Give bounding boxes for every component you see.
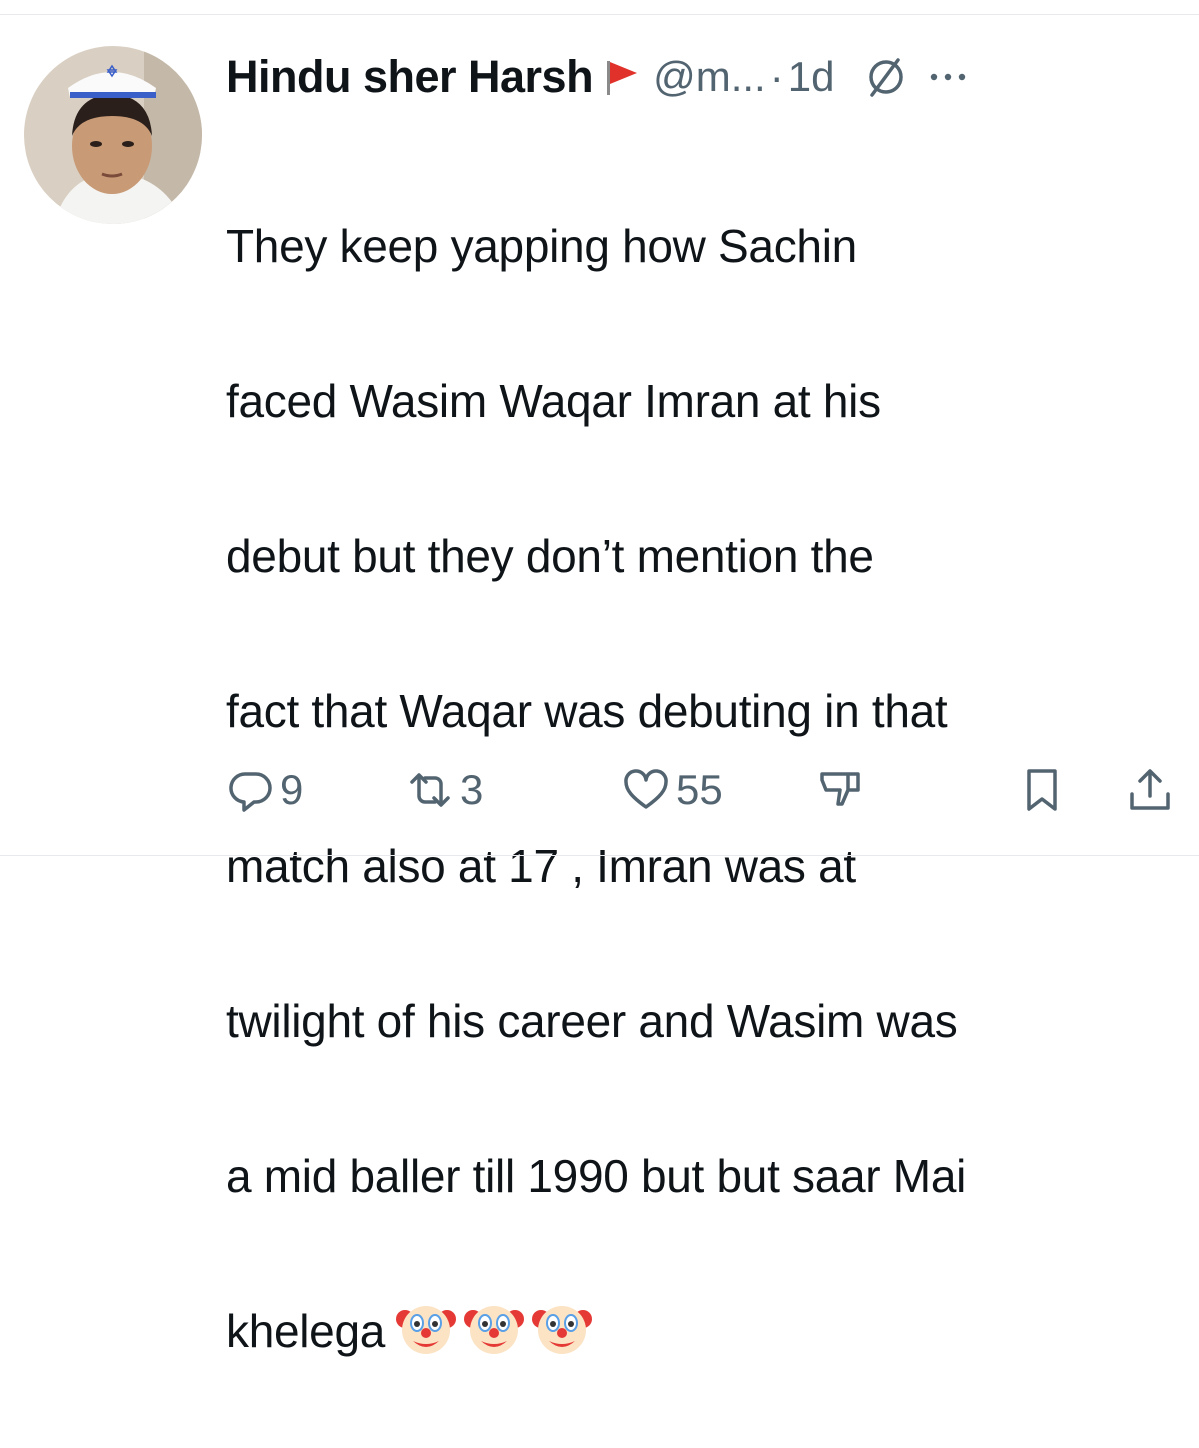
repost-button[interactable]: 3 [406, 760, 483, 820]
emoji-group [395, 1297, 593, 1359]
meta-separator: · [769, 53, 784, 100]
tweet-text-last-line: khelega [226, 1293, 1186, 1371]
clown-face-emoji [396, 1305, 457, 1354]
timestamp[interactable]: 1d [788, 53, 835, 100]
heart-icon [624, 769, 668, 809]
tweet-text-line: faced Wasim Waqar Imran at his [226, 374, 881, 427]
share-icon [1130, 769, 1170, 810]
reply-icon [229, 772, 272, 812]
tweet-meta: @m...·1d [653, 53, 834, 101]
blocked-icon [869, 58, 904, 97]
top-divider [0, 14, 1199, 15]
bookmark-button[interactable] [1018, 760, 1066, 820]
handle[interactable]: @m... [653, 53, 766, 100]
tweet-text-line: twilight of his career and Wasim was [226, 994, 958, 1047]
clown-face-emoji [464, 1305, 525, 1354]
tweet-text-line: match also at 17 , Imran was at [226, 839, 856, 892]
reply-count: 9 [280, 766, 304, 813]
dislike-button[interactable] [818, 760, 866, 820]
red-flag-icon [607, 61, 638, 95]
reply-button[interactable]: 9 [226, 760, 303, 820]
display-name[interactable]: Hindu sher Harsh [226, 51, 594, 103]
tweet-text-line: a mid baller till 1990 but but saar Mai [226, 1149, 967, 1202]
action-bar: 9 3 55 [226, 760, 1176, 820]
clown-face-emoji [532, 1305, 593, 1354]
repost-icon [410, 773, 450, 807]
more-options-icon[interactable] [926, 67, 970, 87]
like-count: 55 [676, 766, 723, 813]
bookmark-icon [1027, 769, 1057, 811]
repost-count: 3 [460, 766, 484, 813]
avatar[interactable] [24, 46, 202, 224]
bottom-divider [0, 855, 1199, 856]
tweet-text-line: They keep yapping how Sachin [226, 219, 857, 272]
thumbs-down-icon [820, 772, 860, 806]
tweet-text-line: fact that Waqar was debuting in that [226, 684, 948, 737]
share-button[interactable] [1126, 760, 1174, 820]
tweet-text-line: debut but they don’t mention the [226, 529, 874, 582]
like-button[interactable]: 55 [622, 760, 723, 820]
tweet-header: Hindu sher Harsh @m...·1d [226, 46, 970, 108]
tweet-text-line: khelega [226, 1304, 386, 1357]
